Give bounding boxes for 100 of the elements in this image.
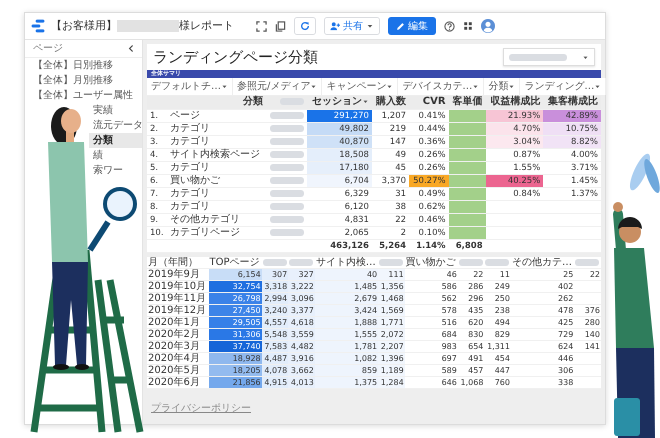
table-cell: 40 xyxy=(314,268,378,280)
table-cell: 1,356 xyxy=(378,280,405,292)
blurred-text xyxy=(485,258,510,266)
avatar-icon[interactable] xyxy=(481,19,495,33)
fullscreen-icon[interactable] xyxy=(256,20,267,32)
table-cell: 829 xyxy=(484,328,511,340)
logo-icon[interactable] xyxy=(31,19,45,33)
table-cell: 684 xyxy=(404,328,458,340)
sidebar-item[interactable]: 分類 xyxy=(89,133,142,148)
table-cell: 338 xyxy=(510,376,574,388)
sidebar-item[interactable]: 【全体】日別推移 xyxy=(25,58,142,73)
table-cell: 478 xyxy=(510,304,574,316)
table-cell: 3,559 xyxy=(288,328,315,340)
table-cell: 2,072 xyxy=(378,328,405,340)
table-cell: 49,802 xyxy=(307,122,372,135)
table-cell: 306 xyxy=(510,364,574,376)
table-cell: 22 xyxy=(458,268,484,280)
table-cell: 22 xyxy=(574,268,601,280)
sidebar-item[interactable]: 【全体】月別推移 xyxy=(25,73,142,88)
table-cell: 21,856 xyxy=(208,376,262,388)
table-cell: 8.82% xyxy=(543,135,601,148)
table-cell: カテゴリ xyxy=(167,187,266,200)
table-cell: 10.75% xyxy=(543,122,601,135)
help-icon[interactable] xyxy=(444,20,455,32)
caret-icon xyxy=(310,83,318,90)
table-cell: 2020年3月 xyxy=(147,340,208,352)
row-number: 9. xyxy=(147,213,168,226)
caret-icon xyxy=(386,83,394,90)
table-cell: 40,870 xyxy=(307,135,372,148)
table-cell: 1,396 xyxy=(378,352,405,364)
table-cell: 280 xyxy=(574,316,601,328)
table-cell: 447 xyxy=(484,364,511,376)
table-cell: 491 xyxy=(458,352,484,364)
table-cell: 0.87% xyxy=(486,148,544,161)
table-cell: 2020年2月 xyxy=(147,328,208,340)
copy-icon[interactable] xyxy=(275,20,286,32)
table-cell: カテゴリ xyxy=(167,161,266,174)
page-heading: ランディングページ分類 xyxy=(153,46,318,68)
table-cell: 586 xyxy=(404,280,458,292)
table-cell: 32,754 xyxy=(208,280,262,292)
table-cell: 219 xyxy=(372,122,410,135)
table-cell: 46 xyxy=(404,268,458,280)
table-cell: カテゴリ xyxy=(167,135,266,148)
table-cell: 1.55% xyxy=(486,161,544,174)
share-button[interactable]: 共有 xyxy=(324,17,380,35)
table-cell: 249 xyxy=(484,280,511,292)
table-cell: 6,120 xyxy=(307,200,372,213)
collapse-icon[interactable] xyxy=(127,44,136,53)
caret-icon xyxy=(582,54,589,60)
table-cell: 2019年10月 xyxy=(147,280,208,292)
pencil-icon xyxy=(396,22,405,30)
table-cell: カテゴリ xyxy=(167,122,266,135)
table-cell: 37,740 xyxy=(208,340,262,352)
report-title-suffix: 様レポート xyxy=(179,18,234,34)
table-cell: 238 xyxy=(484,304,511,316)
sidebar-item[interactable]: 績 xyxy=(89,148,142,163)
table-cell: 50.27% xyxy=(409,174,449,187)
table-cell: 147 xyxy=(372,135,410,148)
table-cell: 40.25% xyxy=(486,174,544,187)
table-cell: 18,928 xyxy=(208,352,262,364)
table-cell: 578 xyxy=(404,304,458,316)
row-number: 5. xyxy=(147,161,168,174)
table-cell: 983 xyxy=(404,340,458,352)
row-number: 3. xyxy=(147,135,168,148)
caret-icon xyxy=(366,22,374,30)
table-cell: 562 xyxy=(404,292,458,304)
table-cell: 1,207 xyxy=(372,109,410,122)
table-cell: 1,311 xyxy=(484,340,511,352)
column-header: CVR xyxy=(422,96,446,108)
table-cell: 6,704 xyxy=(307,174,372,187)
table-cell: 29,505 xyxy=(208,316,262,328)
sidebar-item[interactable]: 索ワー xyxy=(89,163,142,178)
table-cell: 729 xyxy=(510,328,574,340)
table-cell: 3,096 xyxy=(288,292,315,304)
table-cell: 620 xyxy=(458,316,484,328)
table-cell: 859 xyxy=(314,364,378,376)
table-cell: 22 xyxy=(372,213,410,226)
table-cell: 11 xyxy=(484,268,511,280)
refresh-button[interactable] xyxy=(294,17,316,35)
table-cell: 589 xyxy=(404,364,458,376)
apps-icon[interactable] xyxy=(463,21,473,31)
blurred-text xyxy=(270,216,304,223)
row-number: 2. xyxy=(147,122,168,135)
edit-button[interactable]: 編集 xyxy=(388,17,436,35)
table-cell: 5,264 xyxy=(372,239,410,252)
sidebar-item[interactable]: 実績 xyxy=(89,103,142,118)
blurred-text xyxy=(575,258,600,266)
column-header: 収益構成比 xyxy=(490,96,540,108)
report-title: 【お客様用】 xyxy=(51,18,117,34)
table-cell: 31,306 xyxy=(208,328,262,340)
sidebar-item[interactable]: 流元データ xyxy=(89,118,142,133)
sidebar-item[interactable]: 【全体】ユーザー属性 xyxy=(25,88,142,103)
table-cell: 296 xyxy=(458,292,484,304)
row-number: 7. xyxy=(147,187,168,200)
table-cell: 402 xyxy=(510,280,574,292)
table-cell: 4,013 xyxy=(288,376,315,388)
table-cell: 494 xyxy=(484,316,511,328)
table-cell: 18,205 xyxy=(208,364,262,376)
column-header: 月（年間） xyxy=(148,256,198,268)
sort-caret-icon[interactable] xyxy=(362,98,369,106)
